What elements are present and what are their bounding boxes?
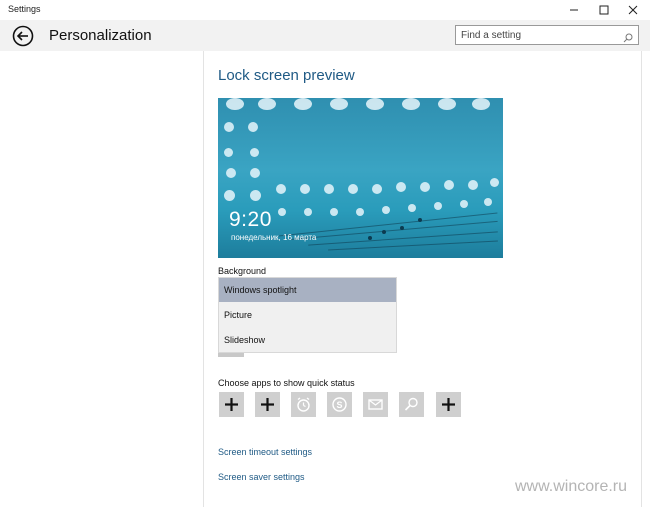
lock-screen-date: понедельник, 16 марта bbox=[231, 233, 317, 242]
quick-status-mail-button[interactable] bbox=[363, 392, 388, 417]
minimize-icon bbox=[570, 9, 578, 11]
back-button[interactable] bbox=[12, 25, 34, 47]
screen-saver-settings-link[interactable]: Screen saver settings bbox=[218, 472, 305, 482]
toggle-stub bbox=[218, 353, 244, 357]
search-placeholder: Find a setting bbox=[461, 30, 522, 41]
quick-status-alarms-button[interactable] bbox=[291, 392, 316, 417]
quick-status-search-button[interactable] bbox=[399, 392, 424, 417]
option-picture[interactable]: Picture bbox=[219, 303, 396, 327]
option-slideshow[interactable]: Slideshow bbox=[219, 328, 396, 352]
minimize-button[interactable] bbox=[561, 0, 587, 20]
plus-icon bbox=[261, 398, 274, 411]
plus-icon bbox=[442, 398, 455, 411]
maximize-button[interactable] bbox=[591, 0, 617, 20]
quick-status-label: Choose apps to show quick status bbox=[218, 378, 355, 388]
svg-text:S: S bbox=[336, 400, 342, 410]
close-button[interactable] bbox=[620, 0, 646, 20]
mail-icon bbox=[368, 399, 383, 410]
skype-icon: S bbox=[332, 397, 347, 412]
back-arrow-icon bbox=[12, 25, 34, 47]
option-windows-spotlight[interactable]: Windows spotlight bbox=[219, 278, 396, 302]
option-label: Picture bbox=[224, 310, 253, 320]
title-bar: Settings bbox=[0, 0, 650, 20]
quick-status-skype-button[interactable]: S bbox=[327, 392, 352, 417]
window-title: Settings bbox=[8, 4, 41, 14]
maximize-icon bbox=[599, 5, 609, 15]
screen-timeout-settings-link[interactable]: Screen timeout settings bbox=[218, 447, 312, 457]
page-title: Personalization bbox=[49, 27, 152, 44]
search-icon[interactable] bbox=[623, 30, 633, 48]
plus-icon bbox=[225, 398, 238, 411]
pane-divider bbox=[203, 51, 204, 507]
section-title: Lock screen preview bbox=[218, 67, 355, 84]
background-dropdown[interactable]: Windows spotlight Picture Slideshow bbox=[218, 277, 397, 353]
watermark: www.wincore.ru bbox=[515, 478, 628, 495]
background-label: Background bbox=[218, 266, 267, 276]
quick-status-add-button-3[interactable] bbox=[436, 392, 461, 417]
scrollbar-track[interactable] bbox=[641, 51, 642, 507]
navigation-pane bbox=[0, 51, 203, 507]
quick-status-add-button-1[interactable] bbox=[219, 392, 244, 417]
search-icon bbox=[404, 397, 418, 411]
alarm-icon bbox=[297, 397, 310, 412]
option-label: Windows spotlight bbox=[224, 285, 297, 295]
search-input[interactable]: Find a setting bbox=[455, 25, 639, 45]
quick-status-add-button-2[interactable] bbox=[255, 392, 280, 417]
close-icon bbox=[628, 5, 638, 15]
lock-screen-time: 9:20 bbox=[229, 208, 272, 231]
option-label: Slideshow bbox=[224, 335, 266, 345]
